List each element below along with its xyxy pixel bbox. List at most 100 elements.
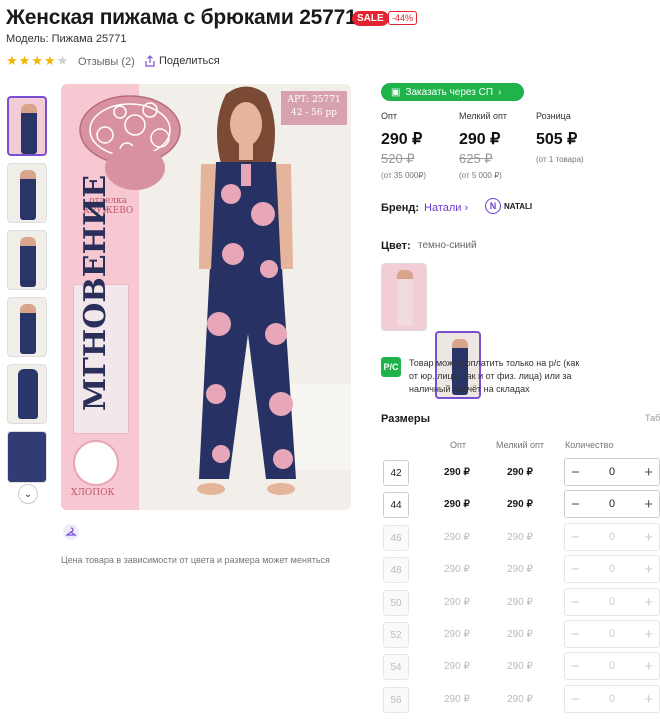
size-row: 56 290 ₽ 290 ₽ − 0 +: [383, 685, 660, 713]
share-icon: [145, 55, 155, 67]
plus-icon: +: [644, 625, 653, 643]
price-label: Розница: [536, 111, 571, 121]
quantity-value: 0: [608, 596, 616, 608]
brand-label: Бренд:: [381, 202, 420, 214]
quantity-value[interactable]: 0: [609, 498, 615, 510]
size-value: 52: [383, 622, 409, 648]
size-value: 56: [383, 687, 409, 713]
quantity-value: 0: [608, 628, 616, 640]
minus-icon: −: [571, 593, 580, 611]
quantity-stepper[interactable]: − 0 +: [564, 458, 660, 486]
price-note: Цена товара в зависимости от цвета и раз…: [61, 555, 330, 565]
star-icon: ★: [18, 53, 31, 68]
size-table-link[interactable]: Таб: [645, 413, 660, 423]
size-value: 48: [383, 557, 409, 583]
share-label: Поделиться: [159, 55, 220, 67]
size-row: 46 290 ₽ 290 ₽ − 0 +: [383, 523, 660, 551]
chevron-right-icon: ›: [464, 202, 469, 214]
size-row: 52 290 ₽ 290 ₽ − 0 +: [383, 620, 660, 648]
price-small-opt: Мелкий опт 290 ₽ 625 ₽ (от 5 000 ₽): [459, 111, 507, 180]
price-label: Мелкий опт: [459, 111, 508, 121]
price-current: 290 ₽: [381, 131, 423, 148]
color-label: Цвет:: [381, 240, 411, 252]
header-small-opt: Мелкий опт: [496, 440, 545, 450]
plus-icon: +: [644, 528, 653, 546]
quantity-value: 0: [608, 531, 616, 543]
collection-text: МГНОВЕНИЕ: [78, 174, 113, 411]
star-icon: ★: [31, 53, 43, 68]
size-row: 44 290 ₽ 290 ₽ − 0 +: [383, 490, 660, 518]
size-price-opt: 290 ₽: [444, 661, 470, 672]
payment-rs-icon: Р/С: [381, 357, 401, 377]
thumbnails-scroll-down-button[interactable]: ⌄: [18, 484, 38, 504]
share-button[interactable]: Поделиться: [145, 55, 220, 67]
price-opt: Опт 290 ₽ 520 ₽ (от 35 000₽): [381, 111, 426, 180]
price-old: 520 ₽: [381, 151, 415, 166]
size-price-opt: 290 ₽: [444, 467, 470, 478]
size-value: 50: [383, 590, 409, 616]
brand-link[interactable]: Натали ›: [424, 202, 468, 214]
main-product-image[interactable]: отделка КРУЖЕВО МГНОВЕНИЕ ХЛОПОК АРТ: 25…: [61, 84, 351, 510]
product-title: Женская пижама с брюками 25771: [6, 6, 357, 29]
plus-icon: +: [644, 657, 653, 675]
size-value: 42: [383, 460, 409, 486]
product-model: Модель: Пижама 25771: [6, 33, 127, 45]
plus-icon[interactable]: +: [644, 497, 653, 512]
size-price-small: 290 ₽: [507, 694, 533, 705]
minus-icon[interactable]: −: [571, 497, 580, 512]
color-swatch-pink[interactable]: [381, 263, 427, 331]
size-row: 50 290 ₽ 290 ₽ − 0 +: [383, 588, 660, 616]
quantity-value: 0: [608, 563, 616, 575]
reviews-link[interactable]: Отзывы (2): [78, 56, 135, 68]
star-icon: ★: [6, 53, 18, 68]
color-value: темно-синий: [418, 240, 477, 251]
discount-badge: -44%: [388, 11, 418, 25]
order-button-label: Заказать через СП: [405, 86, 494, 98]
header-opt: Опт: [450, 440, 466, 450]
size-price-small: 290 ₽: [507, 597, 533, 608]
brand-logo[interactable]: N NATALI: [485, 198, 532, 214]
star-icon: ★: [43, 53, 56, 68]
price-min: (от 35 000₽): [381, 171, 427, 180]
thumbnail[interactable]: [7, 96, 47, 156]
size-chart-icon[interactable]: [62, 523, 80, 541]
minus-icon: −: [571, 657, 580, 675]
brand-logo-icon: N: [485, 198, 501, 214]
quantity-stepper: − 0 +: [564, 523, 660, 551]
sizes-label: Размеры: [381, 413, 431, 425]
quantity-value[interactable]: 0: [609, 466, 615, 478]
size-value: 54: [383, 654, 409, 680]
size-price-small: 290 ₽: [507, 661, 533, 672]
plus-icon: +: [644, 593, 653, 611]
plus-icon: +: [644, 560, 653, 578]
minus-icon[interactable]: −: [571, 465, 580, 480]
thumbnail[interactable]: [7, 431, 47, 483]
quantity-stepper[interactable]: − 0 +: [564, 490, 660, 518]
price-old: 625 ₽: [459, 151, 493, 166]
minus-icon: −: [571, 528, 580, 546]
quantity-stepper: − 0 +: [564, 652, 660, 680]
size-value: 46: [383, 525, 409, 551]
size-row: 48 290 ₽ 290 ₽ − 0 +: [383, 555, 660, 583]
price-current: 505 ₽: [536, 131, 578, 148]
plus-icon[interactable]: +: [644, 465, 653, 480]
plus-icon: +: [644, 690, 653, 708]
sale-badge: SALE: [352, 11, 389, 26]
size-value: 44: [383, 492, 409, 518]
order-via-sp-button[interactable]: ▣ Заказать через СП ›: [381, 83, 524, 101]
size-price-small: 290 ₽: [507, 532, 533, 543]
quantity-stepper: − 0 +: [564, 620, 660, 648]
size-price-opt: 290 ₽: [444, 499, 470, 510]
model-photo: [197, 86, 296, 495]
thumbnail[interactable]: [7, 163, 47, 223]
price-min: (от 5 000 ₽): [459, 171, 502, 180]
thumbnail[interactable]: [7, 297, 47, 357]
quantity-value: 0: [608, 693, 616, 705]
thumbnail[interactable]: [7, 230, 47, 290]
thumbnail[interactable]: [7, 364, 47, 424]
collection-label: МГНОВЕНИЕ: [73, 175, 129, 434]
quantity-value: 0: [608, 660, 616, 672]
cotton-icon: [73, 440, 119, 486]
size-price-opt: 290 ₽: [444, 694, 470, 705]
size-row: 42 290 ₽ 290 ₽ − 0 +: [383, 458, 660, 486]
